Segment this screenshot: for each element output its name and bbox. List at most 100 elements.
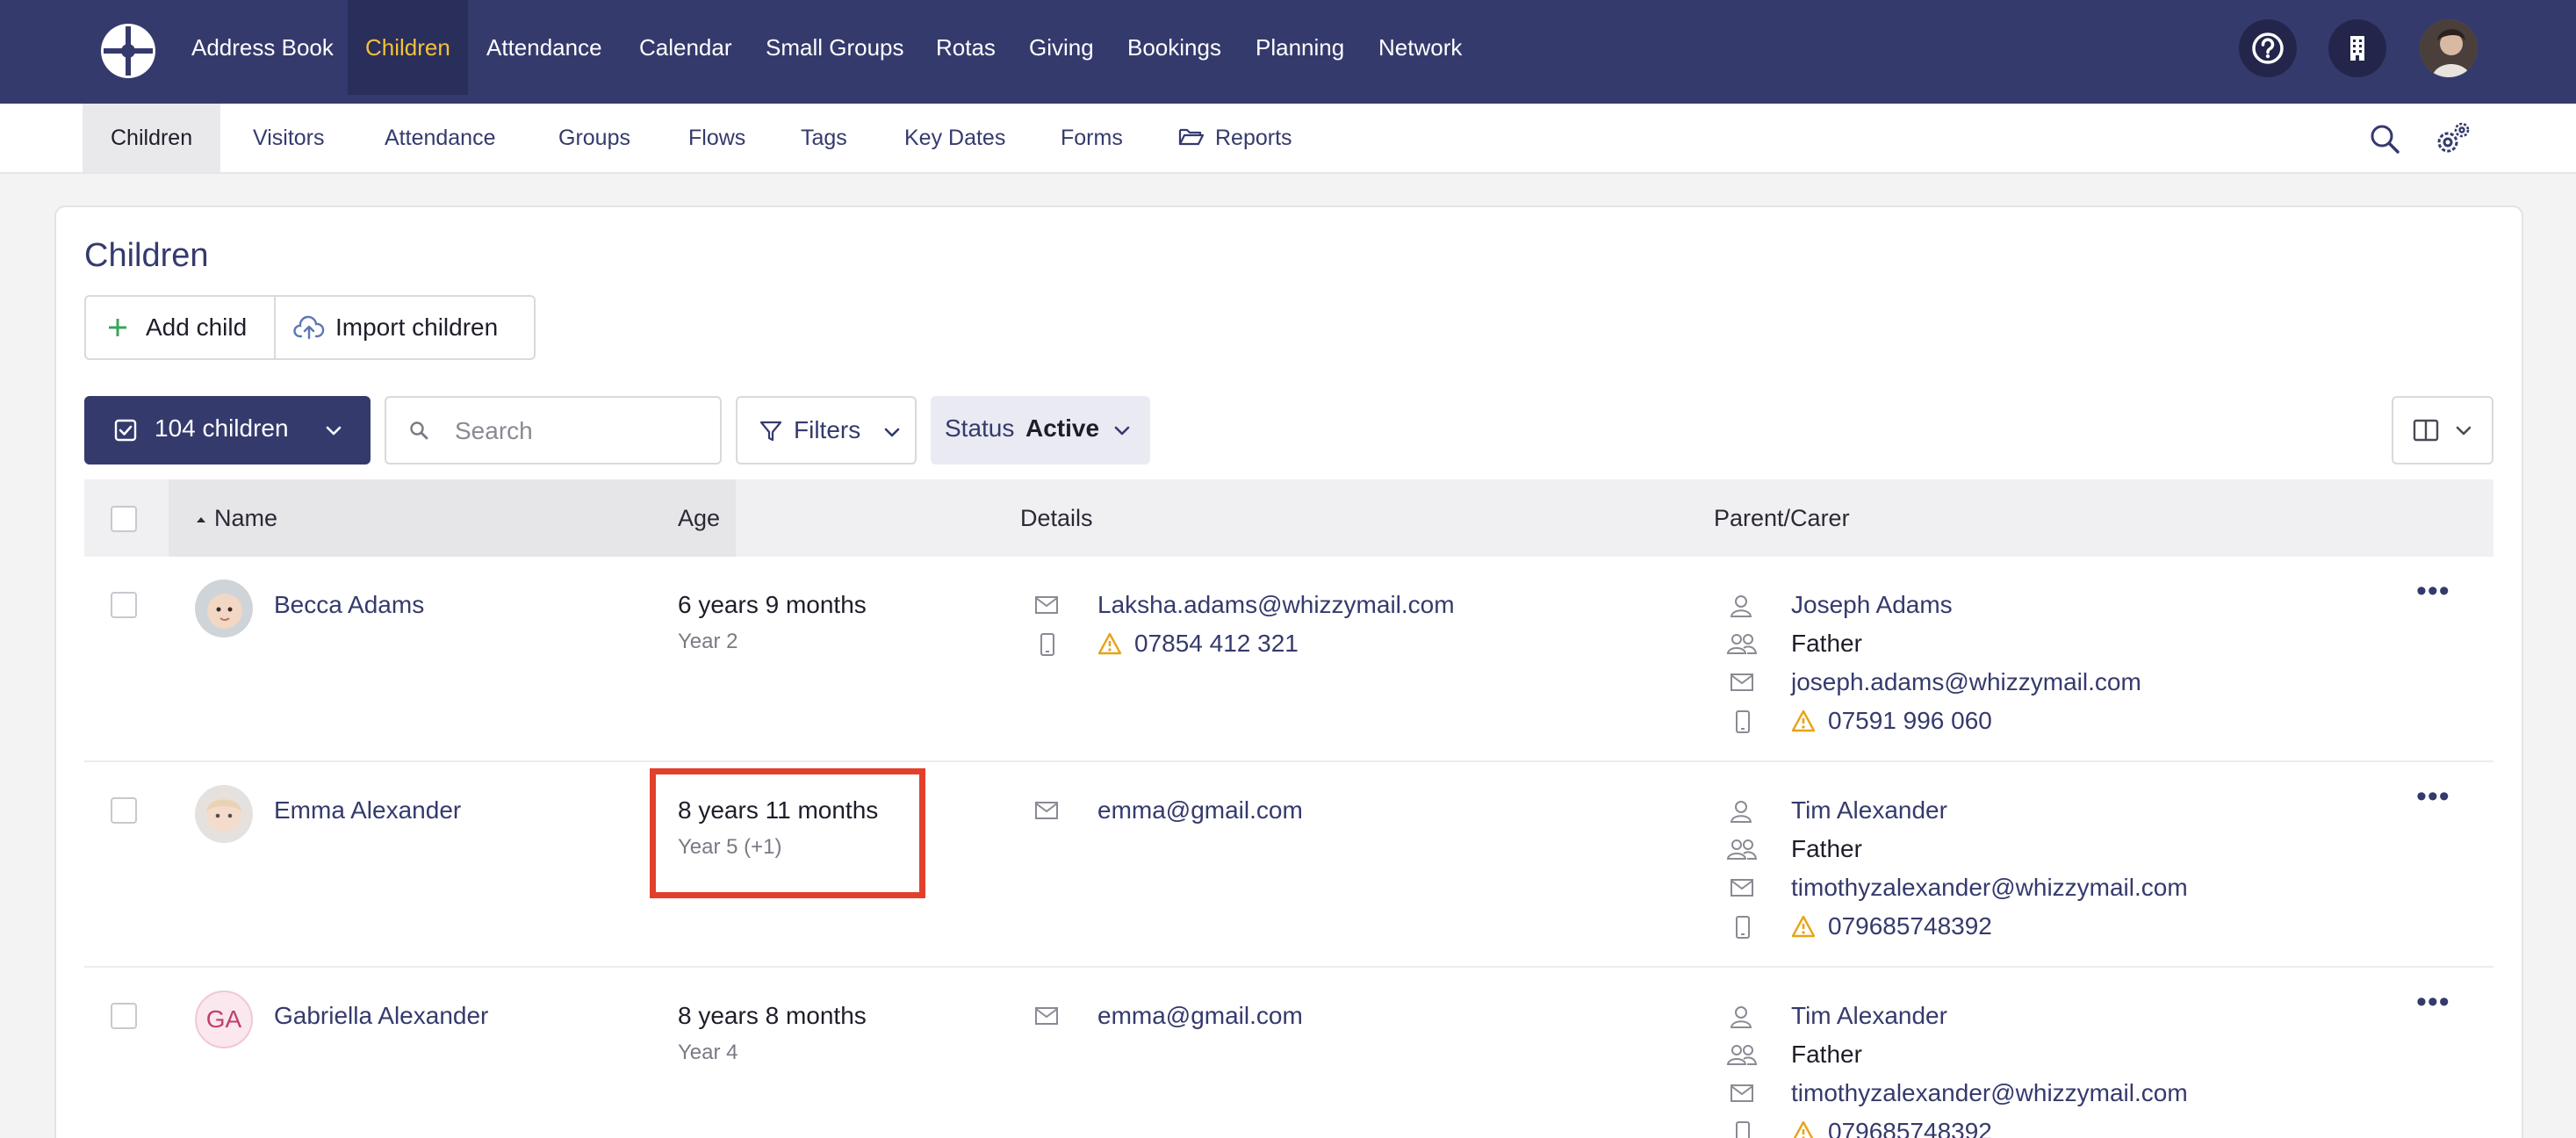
subnav-attendance[interactable]: Attendance xyxy=(356,104,524,172)
nav-network[interactable]: Network xyxy=(1361,0,1479,95)
parent-email-link[interactable]: joseph.adams@whizzymail.com xyxy=(1791,667,2141,697)
row-more-actions-icon[interactable]: ••• xyxy=(2416,574,2450,609)
status-filter-label: Status xyxy=(945,414,1015,442)
row-more-actions-icon[interactable]: ••• xyxy=(2416,985,2450,1019)
subnav-tags[interactable]: Tags xyxy=(773,104,875,172)
child-initials-avatar: GA xyxy=(195,990,253,1048)
add-child-label: Add child xyxy=(146,313,248,341)
envelope-icon xyxy=(1731,1084,1753,1102)
person-icon xyxy=(1730,595,1752,617)
help-icon xyxy=(2252,32,2284,64)
user-photo-icon xyxy=(2420,19,2478,77)
search-icon xyxy=(410,421,428,440)
parent-relation: Father xyxy=(1791,835,1862,862)
nav-planning[interactable]: Planning xyxy=(1238,0,1362,95)
filters-label: Filters xyxy=(794,416,861,443)
check-square-icon xyxy=(114,419,137,442)
parent-phone-link[interactable]: 079685748392 xyxy=(1828,1117,1992,1138)
column-layout-dropdown[interactable] xyxy=(2392,396,2493,465)
status-filter-value: Active xyxy=(1025,414,1100,442)
table-row[interactable]: Emma Alexander 8 years 11 months Year 5 … xyxy=(84,762,2493,968)
page-title: Children xyxy=(84,237,209,274)
envelope-icon xyxy=(1731,673,1753,691)
settings-gears-icon[interactable] xyxy=(2432,119,2472,158)
row-checkbox[interactable] xyxy=(111,1003,137,1029)
subnav-reports[interactable]: Reports xyxy=(1150,104,1320,172)
parent-name-link[interactable]: Tim Alexander xyxy=(1791,796,1947,825)
import-children-button[interactable]: Import children xyxy=(276,297,534,358)
parent-email-link[interactable]: timothyzalexander@whizzymail.com xyxy=(1791,1078,2188,1108)
status-filter-dropdown[interactable]: Status Active xyxy=(931,396,1150,465)
child-phone-link[interactable]: 07854 412 321 xyxy=(1134,629,1299,659)
parent-email-link[interactable]: timothyzalexander@whizzymail.com xyxy=(1791,873,2188,903)
age-highlight-box xyxy=(650,768,925,898)
selection-count-dropdown[interactable]: 104 children xyxy=(84,396,371,465)
subnav-groups[interactable]: Groups xyxy=(530,104,658,172)
child-email-link[interactable]: Laksha.adams@whizzymail.com xyxy=(1097,590,1455,620)
select-all-checkbox[interactable] xyxy=(111,506,137,532)
nav-children[interactable]: Children xyxy=(348,0,468,95)
table-row[interactable]: Becca Adams 6 years 9 months Year 2 Laks… xyxy=(84,557,2493,762)
parent-name-link[interactable]: Joseph Adams xyxy=(1791,590,1953,620)
add-child-button[interactable]: Add child xyxy=(86,297,274,358)
child-avatar xyxy=(195,785,253,843)
row-checkbox[interactable] xyxy=(111,592,137,618)
nav-calendar[interactable]: Calendar xyxy=(622,0,750,95)
search-input[interactable] xyxy=(455,414,709,449)
child-email-link[interactable]: emma@gmail.com xyxy=(1097,1001,1303,1031)
mobile-phone-icon xyxy=(1736,1121,1750,1138)
child-age: 6 years 9 months xyxy=(678,591,867,618)
chevron-down-icon xyxy=(326,426,342,436)
nav-bookings[interactable]: Bookings xyxy=(1110,0,1239,95)
help-button[interactable] xyxy=(2239,19,2297,77)
details-column-header[interactable]: Details xyxy=(1020,479,1093,557)
sort-ascending-icon xyxy=(197,517,205,522)
mobile-phone-icon xyxy=(1736,916,1750,939)
nav-address-book[interactable]: Address Book xyxy=(174,0,351,95)
nav-giving[interactable]: Giving xyxy=(1011,0,1112,95)
child-name-link[interactable]: Becca Adams xyxy=(274,590,424,620)
search-field[interactable] xyxy=(385,396,722,465)
parent-carer-column-header[interactable]: Parent/Carer xyxy=(1714,479,1850,557)
nav-attendance[interactable]: Attendance xyxy=(469,0,620,95)
table-row[interactable]: GA Gabriella Alexander 8 years 8 months … xyxy=(84,968,2493,1138)
child-school-year: Year 4 xyxy=(678,1041,738,1064)
envelope-icon xyxy=(1035,596,1058,614)
nav-small-groups[interactable]: Small Groups xyxy=(748,0,922,95)
envelope-icon xyxy=(1731,879,1753,897)
table-header: Name Age Details Parent/Carer xyxy=(84,479,2493,557)
nav-rotas[interactable]: Rotas xyxy=(918,0,1013,95)
filters-button[interactable]: Filters xyxy=(736,396,917,465)
subnav-children[interactable]: Children xyxy=(83,104,221,172)
child-name-link[interactable]: Emma Alexander xyxy=(274,796,461,825)
search-icon[interactable] xyxy=(2367,121,2402,156)
parent-phone-link[interactable]: 07591 996 060 xyxy=(1828,706,1992,736)
parent-name-link[interactable]: Tim Alexander xyxy=(1791,1001,1947,1031)
row-more-actions-icon[interactable]: ••• xyxy=(2416,780,2450,814)
subnav-key-dates[interactable]: Key Dates xyxy=(876,104,1033,172)
age-column-header[interactable]: Age xyxy=(678,479,720,557)
subnav-visitors[interactable]: Visitors xyxy=(225,104,353,172)
user-avatar[interactable] xyxy=(2420,19,2478,77)
child-email-link[interactable]: emma@gmail.com xyxy=(1097,796,1303,825)
warning-triangle-icon xyxy=(1791,915,1816,938)
organisation-button[interactable] xyxy=(2328,19,2386,77)
child-name-link[interactable]: Gabriella Alexander xyxy=(274,1001,488,1031)
subnav-forms[interactable]: Forms xyxy=(1033,104,1151,172)
child-age: 8 years 8 months xyxy=(678,1002,867,1029)
name-column-header[interactable]: Name xyxy=(195,479,277,557)
row-checkbox[interactable] xyxy=(111,797,137,824)
people-relation-icon xyxy=(1726,1045,1758,1065)
parent-phone-link[interactable]: 079685748392 xyxy=(1828,911,1992,941)
people-relation-icon xyxy=(1726,839,1758,860)
mobile-phone-icon xyxy=(1040,633,1054,656)
action-button-group: Add child Import children xyxy=(84,295,536,360)
top-navigation: Address Book Children Attendance Calenda… xyxy=(0,0,2576,104)
columns-icon xyxy=(2413,419,2439,442)
app-logo-icon[interactable] xyxy=(98,21,158,81)
warning-triangle-icon xyxy=(1097,632,1122,655)
envelope-icon xyxy=(1035,802,1058,819)
chevron-down-icon xyxy=(1114,426,1130,436)
subnav-flows[interactable]: Flows xyxy=(660,104,774,172)
import-children-label: Import children xyxy=(335,313,499,341)
